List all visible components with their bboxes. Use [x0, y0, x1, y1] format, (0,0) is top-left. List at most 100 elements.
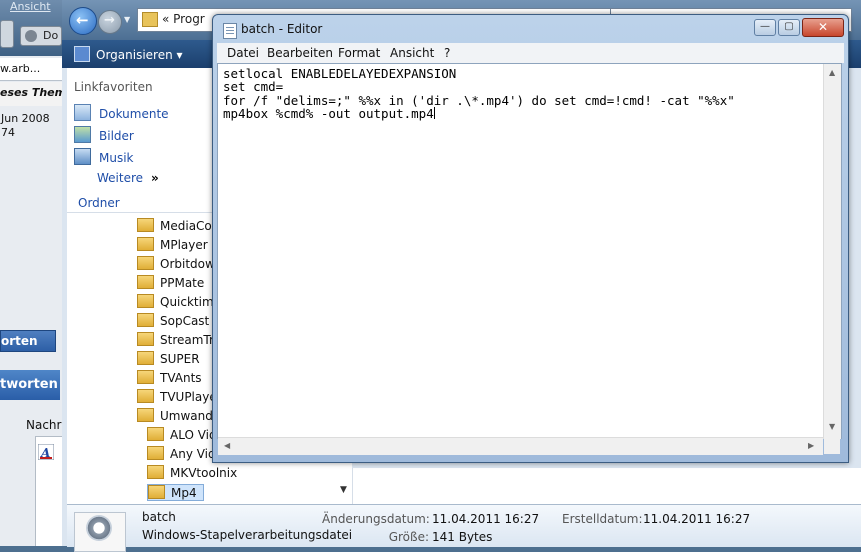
details-modified-value: 11.04.2011 16:27 — [432, 512, 540, 526]
scroll-right-icon[interactable]: ▶ — [808, 441, 814, 450]
forward-button[interactable]: → — [98, 10, 122, 34]
browser-address-text: w.arb... — [0, 62, 41, 75]
message-label: Nachr — [26, 418, 62, 432]
menu-edit[interactable]: Bearbeiten — [267, 46, 333, 60]
folder-tree-item[interactable]: SUPER — [137, 351, 200, 366]
browser-post-date: Jun 2008 — [1, 112, 50, 125]
menu-help[interactable]: ? — [444, 46, 450, 60]
folder-icon — [137, 294, 154, 308]
folders-header[interactable]: Ordner — [78, 196, 120, 210]
pictures-icon — [74, 126, 91, 143]
text-cursor — [433, 106, 435, 119]
menu-file[interactable]: Datei — [227, 46, 259, 60]
vertical-scrollbar[interactable]: ▲ ▼ — [823, 64, 841, 439]
browser-address-bar[interactable]: w.arb... — [0, 58, 62, 81]
browser-toolbar-do-button[interactable]: Do — [20, 26, 62, 46]
folder-tree-item[interactable]: ALO Vid — [147, 427, 217, 442]
folder-icon — [137, 256, 154, 270]
file-list-pane — [352, 468, 861, 504]
breadcrumb: « Progr — [162, 12, 205, 26]
favorite-music[interactable]: Musik — [74, 148, 134, 165]
notepad-icon — [223, 23, 237, 39]
folder-icon — [137, 237, 154, 251]
favorite-documents-label: Dokumente — [99, 107, 169, 121]
folder-icon — [147, 465, 164, 479]
folder-tree-item[interactable]: Any Vid — [147, 446, 216, 461]
browser-toolbar-button[interactable] — [0, 20, 14, 48]
scroll-up-icon[interactable]: ▲ — [829, 68, 835, 77]
gear-icon — [86, 515, 112, 541]
text-editor-area[interactable]: setlocal ENABLEDELAYEDEXPANSION set cmd= f… — [217, 63, 842, 439]
more-favorites-link[interactable]: Weitere » — [97, 171, 159, 185]
more-label: Weitere — [97, 171, 144, 185]
organize-button[interactable]: Organisieren ▾ — [74, 46, 183, 62]
notepad-menubar: Datei Bearbeiten Format Ansicht ? — [217, 43, 844, 63]
folder-icon — [137, 389, 154, 403]
details-modified-label: Änderungsdatum: — [322, 512, 430, 526]
organize-icon — [74, 46, 90, 62]
folder-tree-item[interactable]: Mp4 — [147, 484, 204, 501]
folder-tree-label: ALO Vid — [170, 428, 217, 442]
folder-tree-item[interactable]: PPMate — [137, 275, 204, 290]
maximize-button[interactable]: ▢ — [778, 19, 800, 36]
favorites-title: Linkfavoriten — [74, 80, 153, 94]
folder-icon — [137, 332, 154, 346]
folder-icon — [137, 408, 154, 422]
folder-tree-item[interactable]: StreamTra — [137, 332, 221, 347]
folder-tree-item[interactable]: MKVtoolnix — [147, 465, 237, 480]
editor-line: set cmd= — [223, 79, 284, 95]
folder-icon — [137, 351, 154, 365]
browser-post-number: 74 — [1, 126, 15, 139]
folder-tree-item[interactable]: Orbitdown — [137, 256, 222, 271]
browser-thread-title: eses Thema — [0, 86, 62, 99]
folder-tree-label: Mp4 — [171, 486, 197, 500]
editor-text: setlocal ENABLEDELAYEDEXPANSION set cmd= f… — [223, 67, 735, 120]
folder-icon — [148, 485, 165, 499]
folder-icon — [147, 427, 164, 441]
resize-grip[interactable] — [824, 438, 840, 454]
horizontal-scrollbar[interactable]: ◀ ▶ — [218, 437, 823, 455]
folder-tree-item[interactable]: Quicktime — [137, 294, 221, 309]
text-format-icon[interactable]: A — [38, 444, 54, 460]
browser-menu-view[interactable]: Ansicht — [10, 0, 51, 13]
favorite-pictures[interactable]: Bilder — [74, 126, 134, 143]
browser-toolbar-do-label: Do — [43, 29, 59, 42]
folder-tree-item[interactable]: MediaCoc — [137, 218, 218, 233]
details-file-name: batch — [142, 510, 176, 524]
double-chevron-icon: » — [151, 171, 159, 185]
history-dropdown-icon[interactable]: ▼ — [124, 15, 130, 24]
folder-tree-label: SUPER — [160, 352, 200, 366]
tree-scroll-down-icon[interactable]: ▼ — [337, 485, 350, 503]
folder-tree-item[interactable]: TVUPlayer — [137, 389, 222, 404]
menu-view[interactable]: Ansicht — [390, 46, 434, 60]
scroll-left-icon[interactable]: ◀ — [224, 441, 230, 450]
editor-line: for /f "delims=;" %%x in ('dir .\*.mp4')… — [223, 92, 735, 108]
scroll-down-icon[interactable]: ▼ — [829, 422, 835, 431]
favorite-pictures-label: Bilder — [99, 129, 134, 143]
reply-button-label: orten — [1, 334, 38, 348]
window-title: batch - Editor — [241, 22, 323, 36]
minimize-button[interactable]: — — [754, 19, 776, 36]
back-button[interactable]: ← — [69, 7, 97, 35]
menu-format[interactable]: Format — [338, 46, 380, 60]
globe-icon — [25, 30, 37, 42]
notepad-window: batch - Editor — ▢ ✕ Datei Bearbeiten Fo… — [212, 14, 849, 463]
arrow-right-icon: → — [104, 13, 115, 28]
folder-tree-item[interactable]: Umwande — [137, 408, 220, 423]
folder-tree-item[interactable]: MPlayer — [137, 237, 208, 252]
folder-tree-label: TVAnts — [160, 371, 202, 385]
folder-icon — [137, 218, 154, 232]
reply-large-button[interactable]: tworten — [0, 370, 60, 400]
organize-label: Organisieren — [96, 48, 173, 62]
folder-icon — [147, 446, 164, 460]
folder-tree-label: SopCast — [160, 314, 210, 328]
folder-icon — [137, 313, 154, 327]
folder-tree-item[interactable]: TVAnts — [137, 370, 202, 385]
browser-window: Ansicht Do w.arb... eses Thema Jun 2008 … — [0, 0, 62, 546]
folder-tree-label: MKVtoolnix — [170, 466, 238, 480]
favorite-documents[interactable]: Dokumente — [74, 104, 169, 121]
close-button[interactable]: ✕ — [802, 18, 844, 37]
folder-tree-item[interactable]: SopCast — [137, 313, 209, 328]
reply-button[interactable]: orten — [0, 330, 56, 352]
documents-icon — [74, 104, 91, 121]
